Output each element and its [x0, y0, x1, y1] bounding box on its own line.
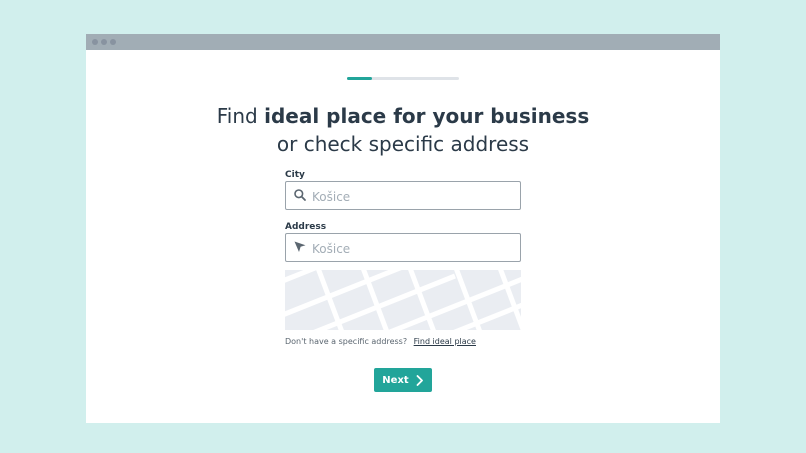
chevron-right-icon [416, 374, 423, 386]
address-field[interactable] [285, 233, 521, 262]
next-button[interactable]: Next [374, 368, 432, 392]
address-label: Address [285, 222, 327, 232]
page-title-emphasis: ideal place for your business [264, 104, 590, 128]
city-input[interactable] [310, 186, 514, 207]
address-input[interactable] [310, 238, 514, 259]
step-progress-fill [347, 77, 372, 80]
step-progress-bar [347, 77, 459, 80]
page-title-lead: Find [216, 104, 258, 128]
search-icon [294, 189, 306, 201]
location-arrow-icon [294, 241, 306, 252]
map-streets [285, 270, 521, 330]
window-control-dot[interactable] [92, 39, 98, 45]
window-control-dot[interactable] [101, 39, 107, 45]
alternative-hint: Don't have a specific address? Find idea… [285, 337, 476, 346]
find-ideal-place-link[interactable]: Find ideal place [414, 337, 476, 346]
page-title: Find ideal place for your business [86, 102, 720, 130]
next-button-label: Next [382, 374, 409, 386]
hint-text: Don't have a specific address? [285, 337, 408, 346]
browser-window: Find ideal place for your business or ch… [86, 34, 720, 423]
window-titlebar [86, 34, 720, 50]
city-label: City [285, 170, 305, 180]
map-preview[interactable] [285, 270, 521, 330]
page-subtitle: or check specific address [276, 132, 530, 156]
window-control-dot[interactable] [110, 39, 116, 45]
city-field[interactable] [285, 181, 521, 210]
